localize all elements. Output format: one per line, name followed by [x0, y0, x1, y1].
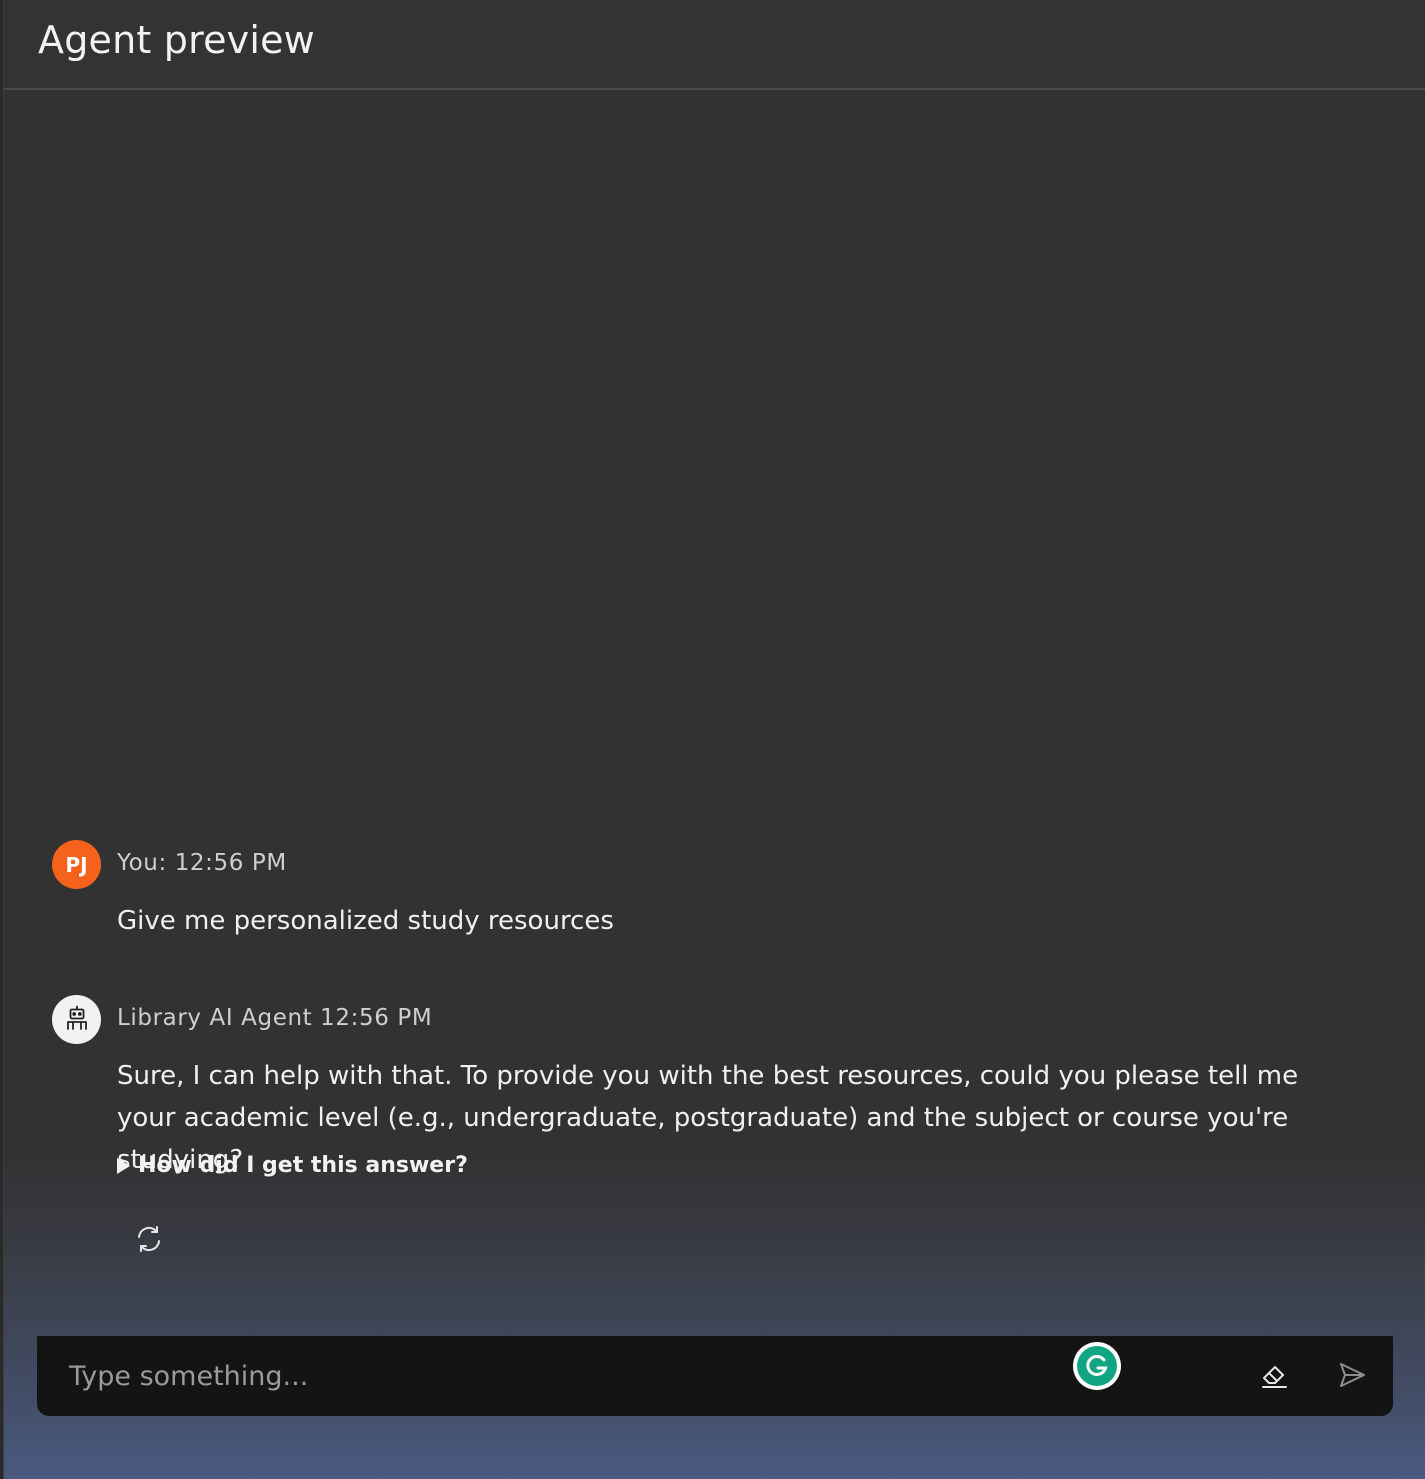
page-title: Agent preview	[38, 18, 315, 62]
send-button[interactable]	[1333, 1358, 1371, 1396]
send-icon	[1337, 1360, 1367, 1394]
message-input[interactable]	[69, 1354, 1049, 1398]
user-avatar-initials: PJ	[65, 852, 88, 877]
eraser-icon	[1258, 1359, 1290, 1395]
refresh-icon	[134, 1224, 164, 1258]
user-message-text: Give me personalized study resources	[117, 906, 614, 936]
left-panel-edge	[0, 0, 4, 1479]
robot-icon	[63, 1004, 91, 1036]
answer-explanation-toggle[interactable]: How did I get this answer?	[117, 1153, 468, 1178]
answer-explanation-label: How did I get this answer?	[138, 1153, 468, 1178]
agent-avatar	[52, 995, 101, 1044]
grammarly-icon	[1077, 1346, 1117, 1386]
clear-chat-button[interactable]	[1255, 1358, 1293, 1396]
user-avatar: PJ	[52, 840, 101, 889]
message-composer	[37, 1336, 1393, 1416]
agent-message-meta: Library AI Agent 12:56 PM	[117, 1005, 433, 1031]
user-message-meta: You: 12:56 PM	[117, 850, 287, 876]
grammarly-button[interactable]	[1073, 1342, 1121, 1390]
regenerate-button[interactable]	[130, 1222, 168, 1260]
preview-header: Agent preview	[4, 0, 1425, 90]
caret-right-icon	[117, 1157, 130, 1174]
